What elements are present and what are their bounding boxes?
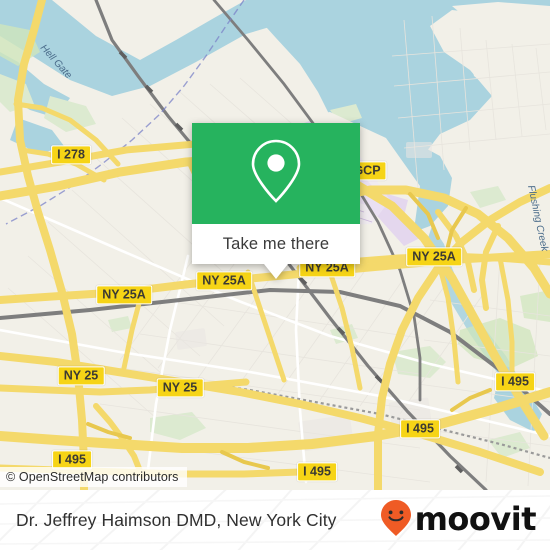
highway-shield: NY 25 [156, 378, 204, 398]
moovit-wordmark: moovit [414, 500, 537, 538]
highway-shield: NY 25 [57, 366, 105, 386]
footer-bar: Dr. Jeffrey Haimson DMD, New York City m… [0, 490, 550, 550]
map-pin-icon [248, 137, 304, 210]
place-popup[interactable]: Take me there [192, 123, 360, 279]
highway-shield: NY 25A [406, 247, 462, 267]
map-attribution[interactable]: © OpenStreetMap contributors [0, 467, 187, 487]
place-title: Dr. Jeffrey Haimson DMD, New York City [16, 509, 337, 530]
popup-pointer [264, 264, 288, 279]
moovit-logo[interactable]: moovit [379, 490, 537, 550]
highway-shield: NY 25A [196, 271, 252, 291]
popup-header [192, 123, 360, 224]
highway-shield: I 278 [51, 145, 91, 165]
highway-shield: NY 25A [96, 285, 152, 305]
moovit-pin-icon [379, 498, 413, 543]
highway-shield: I 495 [400, 419, 440, 439]
moovit-map-screenshot: .land{fill:#f2f0e8;} .water{fill:#aad3df… [0, 0, 550, 550]
highway-shield: I 495 [495, 372, 535, 392]
take-me-there-button[interactable]: Take me there [192, 224, 360, 264]
highway-shield: I 495 [297, 462, 337, 482]
